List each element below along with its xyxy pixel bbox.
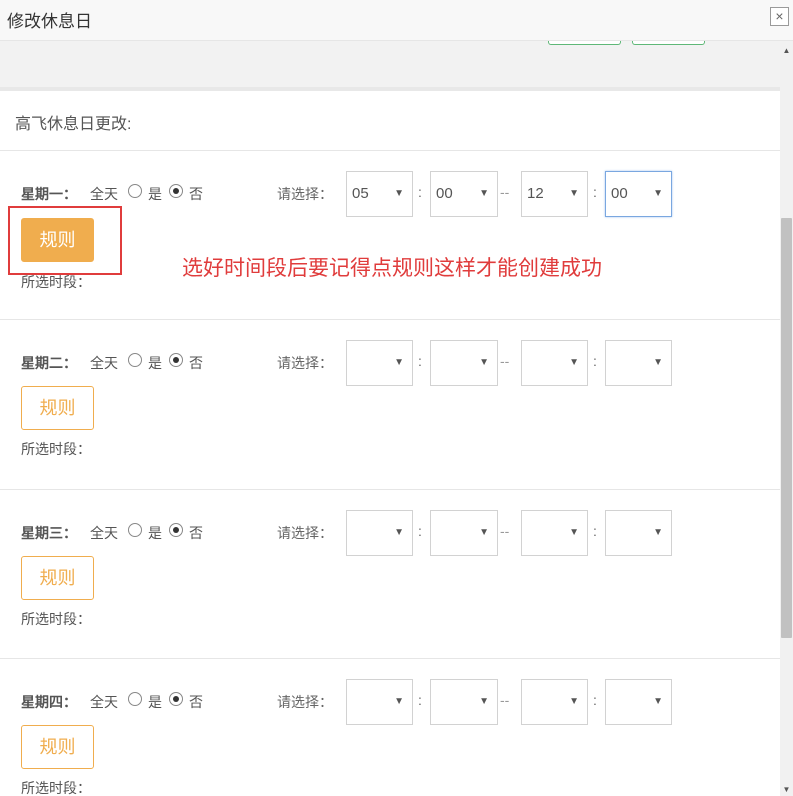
chevron-down-icon: ▼ — [479, 188, 489, 199]
range-dash: -- — [500, 353, 510, 369]
chevron-down-icon: ▼ — [569, 696, 579, 707]
start-minute-select[interactable]: ▼ — [430, 510, 498, 556]
selected-periods-label: 所选时段： — [21, 441, 91, 457]
all-day-yes-radio[interactable] — [128, 184, 142, 198]
chevron-down-icon: ▼ — [653, 527, 663, 538]
chevron-down-icon: ▼ — [479, 357, 489, 368]
end-hour-select[interactable]: ▼ — [521, 510, 588, 556]
select-value: 00 — [436, 185, 453, 202]
rule-button[interactable]: 规则 — [21, 725, 94, 769]
colon: : — [593, 353, 597, 369]
no-label: 否 — [189, 355, 203, 371]
start-hour-select[interactable]: 05 ▼ — [346, 171, 413, 217]
all-day-no-radio[interactable] — [169, 692, 183, 706]
end-hour-select[interactable]: ▼ — [521, 679, 588, 725]
all-day-yes-radio[interactable] — [128, 692, 142, 706]
chevron-down-icon: ▼ — [653, 357, 663, 368]
chevron-down-icon: ▼ — [569, 527, 579, 538]
yes-label: 是 — [148, 694, 162, 710]
start-minute-select[interactable]: 00 ▼ — [430, 171, 498, 217]
chevron-down-icon: ▼ — [479, 696, 489, 707]
end-hour-select[interactable]: 12 ▼ — [521, 171, 588, 217]
all-day-no-radio[interactable] — [169, 353, 183, 367]
scroll-down-icon[interactable]: ▼ — [780, 783, 793, 796]
dialog-title: 修改休息日 — [7, 12, 92, 31]
colon: : — [418, 692, 422, 708]
no-label: 否 — [189, 694, 203, 710]
range-dash: -- — [500, 692, 510, 708]
chevron-down-icon: ▼ — [394, 696, 404, 707]
scrollbar-thumb[interactable] — [781, 218, 792, 638]
chevron-down-icon: ▼ — [569, 188, 579, 199]
selected-periods-label: 所选时段： — [21, 274, 91, 290]
select-value: 05 — [352, 185, 369, 202]
end-minute-select[interactable]: ▼ — [605, 510, 672, 556]
chevron-down-icon: ▼ — [479, 527, 489, 538]
colon: : — [418, 523, 422, 539]
colon: : — [593, 184, 597, 200]
please-choose-label: 请选择： — [277, 694, 333, 710]
toolbar-button-partial[interactable] — [548, 41, 621, 45]
end-minute-select[interactable]: ▼ — [605, 679, 672, 725]
end-hour-select[interactable]: ▼ — [521, 340, 588, 386]
range-dash: -- — [500, 523, 510, 539]
dialog-titlebar: 修改休息日 × — [0, 0, 793, 41]
chevron-down-icon: ▼ — [653, 188, 663, 199]
start-hour-select[interactable]: ▼ — [346, 340, 413, 386]
start-minute-select[interactable]: ▼ — [430, 679, 498, 725]
all-day-label: 全天 — [90, 186, 118, 202]
end-minute-select[interactable]: ▼ — [605, 340, 672, 386]
yes-label: 是 — [148, 186, 162, 202]
rule-button[interactable]: 规则 — [21, 386, 94, 430]
all-day-no-radio[interactable] — [169, 523, 183, 537]
all-day-label: 全天 — [90, 525, 118, 541]
day-label: 星期四： — [21, 694, 77, 710]
section-title: 高飞休息日更改: — [15, 116, 132, 133]
chevron-down-icon: ▼ — [394, 527, 404, 538]
please-choose-label: 请选择： — [277, 355, 333, 371]
day-label: 星期一： — [21, 186, 77, 202]
chevron-down-icon: ▼ — [653, 696, 663, 707]
please-choose-label: 请选择： — [277, 525, 333, 541]
no-label: 否 — [189, 186, 203, 202]
chevron-down-icon: ▼ — [569, 357, 579, 368]
colon: : — [593, 523, 597, 539]
day-row-thursday: 星期四： 全天 是 否 请选择： ▼ : ▼ -- ▼ : ▼ 规则 所选时段： — [0, 658, 780, 796]
day-row-tuesday: 星期二： 全天 是 否 请选择： ▼ : ▼ -- ▼ : ▼ 规则 所选时段： — [0, 319, 780, 488]
chevron-down-icon: ▼ — [394, 357, 404, 368]
colon: : — [418, 184, 422, 200]
selected-periods-label: 所选时段： — [21, 611, 91, 627]
day-row-wednesday: 星期三： 全天 是 否 请选择： ▼ : ▼ -- ▼ : ▼ 规则 所选时段： — [0, 489, 780, 658]
no-label: 否 — [189, 525, 203, 541]
all-day-label: 全天 — [90, 694, 118, 710]
selected-periods-label: 所选时段： — [21, 780, 91, 796]
rule-button[interactable]: 规则 — [21, 556, 94, 600]
yes-label: 是 — [148, 355, 162, 371]
toolbar-button-partial[interactable] — [632, 41, 705, 45]
start-hour-select[interactable]: ▼ — [346, 510, 413, 556]
select-value: 00 — [611, 185, 628, 202]
please-choose-label: 请选择： — [277, 186, 333, 202]
annotation-text: 选好时间段后要记得点规则这样才能创建成功 — [182, 256, 602, 280]
select-value: 12 — [527, 185, 544, 202]
all-day-yes-radio[interactable] — [128, 523, 142, 537]
top-toolbar — [0, 41, 780, 91]
colon: : — [593, 692, 597, 708]
range-dash: -- — [500, 184, 510, 200]
close-icon[interactable]: × — [770, 7, 789, 26]
chevron-down-icon: ▼ — [394, 188, 404, 199]
start-minute-select[interactable]: ▼ — [430, 340, 498, 386]
all-day-yes-radio[interactable] — [128, 353, 142, 367]
all-day-no-radio[interactable] — [169, 184, 183, 198]
day-label: 星期二： — [21, 355, 77, 371]
end-minute-select[interactable]: 00 ▼ — [605, 171, 672, 217]
colon: : — [418, 353, 422, 369]
all-day-label: 全天 — [90, 355, 118, 371]
highlight-box — [8, 206, 122, 275]
scroll-up-icon[interactable]: ▲ — [780, 44, 793, 57]
day-label: 星期三： — [21, 525, 77, 541]
start-hour-select[interactable]: ▼ — [346, 679, 413, 725]
yes-label: 是 — [148, 525, 162, 541]
